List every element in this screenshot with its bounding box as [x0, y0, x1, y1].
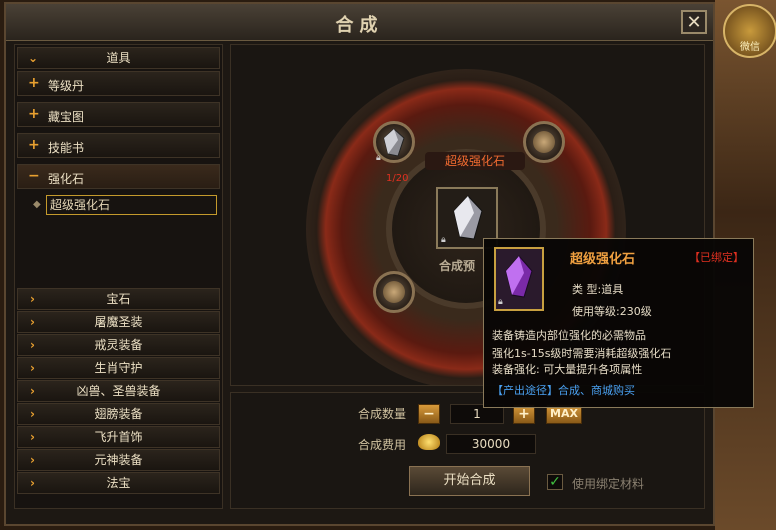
item-type: 类 型:道具 — [572, 283, 624, 296]
chevron-right-icon: › — [30, 407, 35, 421]
collapsed-category[interactable]: › 戒灵装备 — [17, 334, 220, 356]
collapsed-label: 凶兽、圣兽装备 — [76, 384, 161, 398]
category-label: 强化石 — [48, 172, 85, 186]
item-desc: 装备强化: 可大量提升各项属性 — [492, 363, 643, 376]
collapsed-category[interactable]: › 飞升首饰 — [17, 426, 220, 448]
result-caption: 合成预 — [439, 259, 476, 273]
collapsed-label: 法宝 — [106, 476, 131, 490]
collapsed-category[interactable]: › 生肖守护 — [17, 357, 220, 379]
gem-icon — [383, 128, 405, 157]
material-ratio: 1/20 — [386, 173, 409, 184]
collapsed-label: 飞升首饰 — [94, 430, 143, 444]
use-bound-label: 使用绑定材料 — [572, 477, 645, 491]
collapsed-label: 翅膀装备 — [94, 407, 143, 421]
category-label: 技能书 — [48, 141, 85, 155]
item-desc: 强化1s-15s级时需要消耗超级强化石 — [492, 347, 672, 360]
category-header[interactable]: ⌄ 道具 — [17, 47, 220, 69]
collapsed-label: 宝石 — [106, 292, 131, 306]
chevron-right-icon: › — [30, 384, 35, 398]
plus-icon: + — [28, 75, 40, 91]
decrease-button[interactable]: − — [418, 404, 440, 424]
lock-icon: 🔒︎ — [498, 297, 503, 307]
chevron-right-icon: › — [30, 361, 35, 375]
category-item[interactable]: + 等级丹 — [17, 71, 220, 96]
item-level: 使用等级:230级 — [572, 305, 652, 318]
purple-gem-icon — [505, 255, 533, 298]
collapsed-category[interactable]: › 屠魔圣装 — [17, 311, 220, 333]
chevron-right-icon: › — [30, 430, 35, 444]
minus-icon: − — [28, 168, 40, 184]
category-item[interactable]: + 技能书 — [17, 133, 220, 158]
start-synthesis-button[interactable]: 开始合成 — [409, 466, 530, 496]
chevron-right-icon: › — [30, 315, 35, 329]
chevron-right-icon: › — [30, 338, 35, 352]
title-bar: 合成 ✕ — [6, 4, 713, 41]
lion-emblem-icon — [383, 281, 405, 303]
target-label: 超级强化石 — [425, 152, 525, 170]
bullet-icon: ◆ — [33, 199, 41, 210]
category-item-active[interactable]: − 强化石 — [17, 164, 220, 189]
material-slot-empty[interactable] — [523, 121, 565, 163]
collapsed-label: 戒灵装备 — [94, 338, 143, 352]
chevron-right-icon: › — [30, 292, 35, 306]
gem-icon — [453, 195, 483, 240]
item-icon: 🔒︎ — [494, 247, 544, 311]
close-button[interactable]: ✕ — [681, 10, 707, 34]
item-source: 【产出途径】合成、商城购买 — [492, 384, 635, 397]
collapsed-category[interactable]: › 宝石 — [17, 288, 220, 310]
collapsed-label: 生肖守护 — [94, 361, 143, 375]
chevron-right-icon: › — [30, 453, 35, 467]
collapsed-category[interactable]: › 法宝 — [17, 472, 220, 494]
side-badge[interactable]: 微信 — [723, 4, 776, 58]
plus-icon: + — [28, 106, 40, 122]
item-tooltip: 🔒︎ 超级强化石 【已绑定】 类 型:道具 使用等级:230级 装备铸造内部位强… — [483, 238, 754, 408]
qty-label: 合成数量 — [358, 407, 407, 421]
side-badge-label: 微信 — [740, 42, 760, 53]
category-item[interactable]: + 藏宝图 — [17, 102, 220, 127]
window-title: 合成 — [335, 15, 384, 36]
lock-icon: 🔒︎ — [441, 235, 446, 245]
cost-label: 合成费用 — [358, 438, 407, 452]
item-name: 超级强化石 — [570, 252, 636, 267]
collapsed-category[interactable]: › 元神装备 — [17, 449, 220, 471]
chevron-down-icon: ⌄ — [28, 51, 39, 65]
bound-tag: 【已绑定】 — [689, 251, 744, 264]
category-panel: ⌄ 道具 + 等级丹 + 藏宝图 + 技能书 − 强化石 ◆ 超级强化石 › 宝石 › 屠魔圣… — [14, 44, 223, 509]
collapsed-category[interactable]: › 翅膀装备 — [17, 403, 220, 425]
collapsed-label: 元神装备 — [94, 453, 143, 467]
category-header-label: 道具 — [106, 51, 131, 65]
chevron-right-icon: › — [30, 476, 35, 490]
lock-icon: 🔒︎ — [376, 153, 381, 163]
category-label: 藏宝图 — [48, 110, 85, 124]
use-bound-checkbox[interactable]: ✓ — [547, 474, 563, 490]
gold-ingot-icon — [418, 434, 440, 450]
collapsed-label: 屠魔圣装 — [94, 315, 143, 329]
plus-icon: + — [28, 137, 40, 153]
cost-value: 30000 — [446, 434, 536, 454]
category-label: 等级丹 — [48, 79, 85, 93]
lion-emblem-icon — [533, 131, 555, 153]
collapsed-category[interactable]: › 凶兽、圣兽装备 — [17, 380, 220, 402]
item-desc: 装备铸造内部位强化的必需物品 — [492, 329, 646, 342]
material-slot-empty[interactable] — [373, 271, 415, 313]
subitem-selected[interactable]: 超级强化石 — [46, 195, 217, 215]
